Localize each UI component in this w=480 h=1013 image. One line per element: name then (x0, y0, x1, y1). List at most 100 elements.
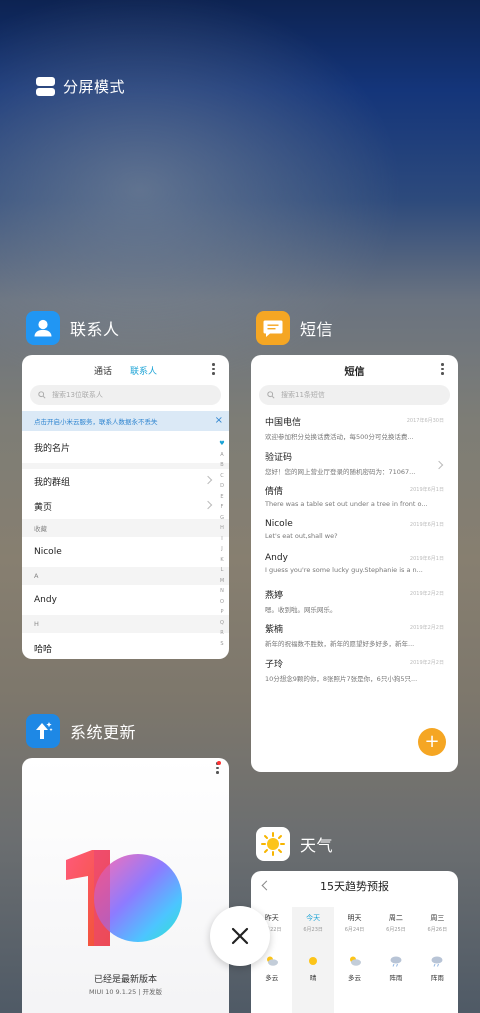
sms-search-input[interactable]: 搜索11条短信 (259, 385, 450, 405)
contact-row-andy[interactable]: Andy (22, 585, 229, 615)
forecast-date: 6月25日 (386, 927, 406, 933)
my-card-label: 我的名片 (34, 443, 71, 454)
sms-search-placeholder: 搜索11条短信 (281, 391, 325, 399)
index-letter[interactable]: J (221, 544, 222, 555)
forecast-day[interactable]: 今天 6月23日晴 (292, 907, 334, 1013)
tab-calls[interactable]: 通话 (94, 364, 112, 377)
alphabet-index[interactable]: ♥ ABCDEFGHIJKLMNOPQRS (218, 439, 226, 649)
message-row[interactable]: 子玲 10分想念9颗的你，8张照片7张是你，6只小狗5只... 2019年2月2日 (251, 653, 458, 688)
message-preview: I guess you're some lucky guy.Stephanie … (265, 566, 423, 574)
index-letter[interactable]: B (220, 460, 223, 471)
section-header-a: A (22, 567, 229, 585)
index-letter[interactable]: S (220, 639, 223, 650)
message-row[interactable]: 中国电信 欢迎参加积分兑换话费活动，每500分可兑换话费... 2017年6月30日 (251, 411, 458, 446)
contacts-search-placeholder: 搜索13位联系人 (52, 391, 103, 399)
forecast-condition: 阵雨 (430, 974, 444, 982)
sms-title: 短信 (344, 366, 365, 378)
sms-app-name: 短信 (300, 320, 334, 339)
index-letter[interactable]: O (220, 597, 224, 608)
search-icon (38, 391, 46, 399)
forecast-title: 15天趋势预报 (320, 880, 389, 893)
forecast-condition: 阵雨 (389, 974, 403, 982)
message-row[interactable]: 紫楠 新年的祝福数不胜数，新年的愿望好多好多，新年... 2019年2月2日 (251, 618, 458, 653)
favorites-heart-icon[interactable]: ♥ (219, 439, 224, 450)
message-list: 中国电信 欢迎参加积分兑换话费活动，每500分可兑换话费... 2017年6月30日… (251, 411, 458, 687)
update-app-icon (26, 714, 60, 748)
index-letter[interactable]: R (220, 628, 223, 639)
message-preview: 新年的祝福数不胜数，新年的愿望好多好多，新年... (265, 640, 415, 648)
contact-name: 哈哈 (34, 644, 53, 655)
sun-icon (307, 955, 319, 967)
partly-cloudy-icon (265, 955, 279, 967)
new-message-button[interactable]: + (418, 728, 446, 756)
update-app-name: 系统更新 (70, 723, 137, 742)
message-row[interactable]: 燕婷 嗯。收到啦。网乐网乐。 2019年2月2日 (251, 584, 458, 619)
forecast-condition: 多云 (348, 974, 362, 982)
message-preview: There was a table set out under a tree i… (265, 500, 428, 508)
contact-row-nicole[interactable]: Nicole (22, 537, 229, 567)
sms-card[interactable]: 短信 搜索11条短信 中国电信 欢迎参加积分兑换话费活动，每500分可兑换话费..… (251, 355, 458, 772)
search-icon (267, 391, 275, 399)
split-screen-button[interactable]: 分屏模式 (36, 76, 125, 97)
forecast-day-label: 昨天 (264, 914, 279, 922)
forecast-day[interactable]: 周二 6月25日 阵雨 (375, 907, 416, 1013)
message-row[interactable]: 验证码 您好！您的网上营业厅登录的随机密码为：71067... (251, 446, 458, 481)
forecast-day-label: 今天 (306, 914, 321, 922)
my-groups-row[interactable]: 我的群组 (22, 469, 229, 494)
index-letter[interactable]: G (220, 513, 224, 524)
message-preview: 欢迎参加积分兑换话费活动，每500分可兑换话费... (265, 433, 414, 441)
notification-dot (217, 761, 221, 765)
contact-name: Nicole (34, 547, 62, 557)
clear-all-button[interactable] (210, 906, 270, 966)
message-row[interactable]: 倩倩 There was a table set out under a tree… (251, 480, 458, 515)
cloud-sync-banner[interactable]: 点击开启小米云服务，联系人数据永不丢失 × (22, 411, 229, 431)
message-date: 2019年2月2日 (409, 625, 444, 631)
contact-row-haha[interactable]: 哈哈 (22, 633, 229, 659)
message-row[interactable]: Andy I guess you're some lucky guy.Stepha… (251, 549, 458, 584)
message-date: 2019年6月1日 (409, 521, 444, 528)
partly-cloudy-icon (348, 955, 362, 967)
index-letter[interactable]: N (220, 586, 224, 597)
message-row[interactable]: Nicole Let's eat out,shall we? 2019年6月1日 (251, 515, 458, 550)
contacts-card[interactable]: 通话 联系人 搜索13位联系人 点击开启小米云服务，联系人数据永不丢失 × 我的… (22, 355, 229, 659)
contacts-app-icon (26, 311, 60, 345)
section-header-h: H (22, 615, 229, 633)
index-letter[interactable]: I (221, 534, 222, 545)
message-sender: 验证码 (265, 452, 293, 463)
more-icon[interactable] (441, 363, 444, 375)
forecast-day[interactable]: 周三 6月26日 阵雨 (417, 907, 458, 1013)
split-screen-icon (36, 77, 55, 96)
forecast-day-label: 明天 (347, 914, 362, 922)
forecast-day[interactable]: 明天 6月24日 多云 (334, 907, 375, 1013)
index-letter[interactable]: C (220, 471, 224, 482)
weather-card[interactable]: 15天趋势预报 昨天 6月22日 多云 今天 6月23日晴明天 6月24日 多云 周二 6月25… (251, 871, 458, 1013)
index-letter[interactable]: P (220, 607, 223, 618)
close-icon (231, 927, 249, 945)
chevron-right-icon (203, 500, 213, 510)
back-arrow-icon[interactable] (261, 880, 272, 891)
contacts-search-input[interactable]: 搜索13位联系人 (30, 385, 221, 405)
more-icon[interactable] (212, 363, 215, 375)
index-letter[interactable]: M (220, 576, 224, 587)
contacts-app-name: 联系人 (70, 320, 120, 339)
tab-contacts[interactable]: 联系人 (130, 364, 157, 377)
message-preview: 10分想念9颗的你，8张照片7张是你，6只小狗5只... (265, 674, 418, 683)
yellow-pages-row[interactable]: 黄页 (22, 494, 229, 519)
update-card[interactable]: 已经是最新版本 MIUI 10 9.1.25 | 开发版 (22, 758, 229, 1013)
index-letter[interactable]: F (221, 502, 224, 513)
index-letter[interactable]: Q (220, 618, 224, 629)
index-letter[interactable]: E (220, 492, 223, 503)
forecast-condition: 晴 (309, 974, 317, 982)
index-letter[interactable]: K (220, 555, 223, 566)
miui-version: MIUI 10 9.1.25 | 开发版 (88, 988, 163, 996)
message-date: 2019年2月2日 (409, 659, 444, 666)
forecast-day-label: 周三 (430, 914, 445, 922)
index-letter[interactable]: L (221, 565, 224, 576)
index-letter[interactable]: H (220, 523, 224, 534)
my-card-row[interactable]: 我的名片 (22, 431, 229, 463)
banner-close-icon[interactable]: × (215, 415, 223, 426)
index-letter[interactable]: D (220, 481, 224, 492)
cloud-sync-banner-text: 点击开启小米云服务，联系人数据永不丢失 (34, 418, 158, 426)
message-date: 2017年6月30日 (406, 418, 444, 424)
index-letter[interactable]: A (220, 450, 223, 461)
